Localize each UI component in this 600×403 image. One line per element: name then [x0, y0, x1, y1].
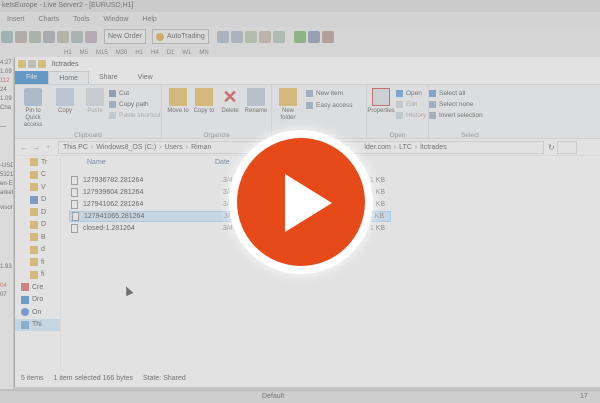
play-icon[interactable]: [285, 174, 332, 232]
